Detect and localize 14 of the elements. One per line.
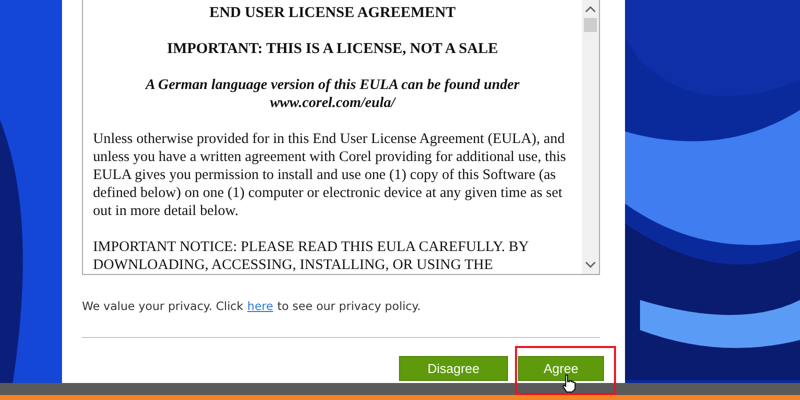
scrollbar[interactable] xyxy=(582,0,599,274)
privacy-text: We value your privacy. Click xyxy=(82,299,244,313)
license-heading: END USER LICENSE AGREEMENT xyxy=(208,4,457,22)
scroll-thumb[interactable] xyxy=(584,18,597,32)
license-heading: IMPORTANT: THIS IS A LICENSE, NOT A SALE xyxy=(166,40,499,58)
agree-button[interactable]: Agree xyxy=(518,356,604,381)
disagree-button[interactable]: Disagree xyxy=(399,356,508,381)
license-note: A German language version of this EULA can be found under www.corel.com/eula/ xyxy=(144,76,520,112)
privacy-text: to see our privacy policy. xyxy=(277,299,421,313)
scroll-up-icon[interactable] xyxy=(585,5,596,13)
scroll-down-icon[interactable] xyxy=(585,261,596,269)
privacy-link[interactable]: here xyxy=(247,299,274,313)
license-paragraph: IMPORTANT NOTICE: PLEASE READ THIS EULA CAREFULLY. BY DOWNLOADING, ACCESSING, INSTALLING, OR USING THE xyxy=(93,238,530,274)
license-paragraph: Unless otherwise provided for in this End User License Agreement (EULA), and unless you have a written agreement with Corel providing for additional use, this EULA gives you permission to install and use one (1) copy of this Software (as defined below) on one (1) computer or electronic device at any given time as set out in more detail below. xyxy=(93,130,567,220)
